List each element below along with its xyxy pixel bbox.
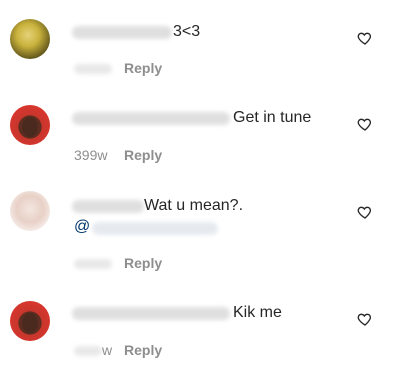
avatar[interactable] <box>10 191 50 231</box>
username-blurred[interactable] <box>72 26 172 39</box>
heart-outline-icon[interactable] <box>357 204 373 220</box>
timestamp: w <box>102 342 113 358</box>
comment-text: Get in tune <box>233 109 312 126</box>
comment-text: Kik me <box>233 304 282 321</box>
username-blurred[interactable] <box>72 200 144 213</box>
comment-text: Wat u mean?. <box>144 197 244 214</box>
heart-outline-icon[interactable] <box>357 116 373 132</box>
reply-button[interactable]: Reply <box>124 341 162 359</box>
timestamp-blurred <box>74 346 102 356</box>
mention-blurred[interactable] <box>92 222 218 235</box>
timestamp-blurred <box>74 259 112 269</box>
timestamp: 399w <box>74 147 108 163</box>
mention-at[interactable]: @ <box>74 217 90 237</box>
avatar[interactable] <box>10 301 50 341</box>
heart-outline-icon[interactable] <box>357 311 373 327</box>
username-blurred[interactable] <box>72 112 230 125</box>
reply-button[interactable]: Reply <box>124 146 162 164</box>
reply-button[interactable]: Reply <box>124 59 162 77</box>
username-blurred[interactable] <box>72 307 230 320</box>
avatar[interactable] <box>10 105 50 145</box>
reply-button[interactable]: Reply <box>124 254 162 272</box>
heart-outline-icon[interactable] <box>357 30 373 46</box>
timestamp-blurred <box>74 64 112 74</box>
avatar[interactable] <box>10 19 50 59</box>
comment-text: 3<3 <box>173 23 201 40</box>
